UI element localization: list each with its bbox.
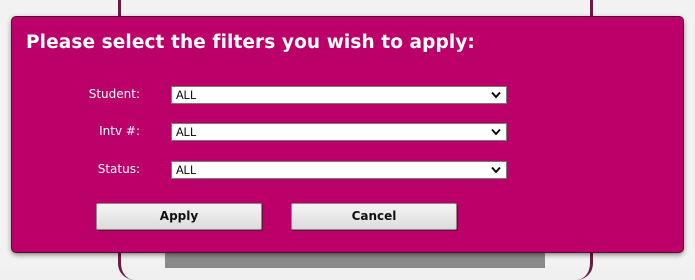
chevron-down-icon	[491, 91, 501, 99]
intv-label: Intv #:	[99, 124, 140, 138]
student-select[interactable]: ALL	[171, 86, 507, 104]
student-select-value: ALL	[176, 90, 197, 102]
apply-button[interactable]: Apply	[96, 203, 262, 230]
filter-row-student: Student: ALL	[12, 86, 683, 106]
cancel-button[interactable]: Cancel	[291, 203, 457, 230]
dialog-title: Please select the filters you wish to ap…	[26, 32, 475, 53]
status-select-value: ALL	[176, 165, 197, 177]
intv-select-value: ALL	[176, 127, 197, 139]
student-label: Student:	[88, 87, 140, 101]
status-select[interactable]: ALL	[171, 161, 507, 179]
filter-dialog: Please select the filters you wish to ap…	[12, 17, 683, 252]
filter-row-intv: Intv #: ALL	[12, 123, 683, 143]
status-label: Status:	[97, 162, 140, 176]
chevron-down-icon	[491, 166, 501, 174]
intv-select[interactable]: ALL	[171, 123, 507, 141]
chevron-down-icon	[491, 128, 501, 136]
filter-row-status: Status: ALL	[12, 161, 683, 181]
